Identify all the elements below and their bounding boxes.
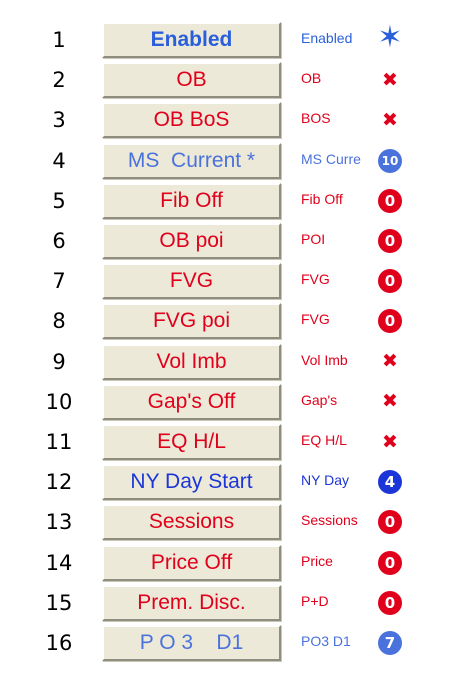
number-icon: 4 [376, 468, 404, 496]
toggle-row: 12 NY Day Start NY Day 4 [0, 462, 474, 502]
badge-count: 0 [378, 510, 402, 535]
toggle-row: 15 Prem. Disc. P+D 0 [0, 583, 474, 623]
row-number: 9 [52, 349, 66, 374]
toggle-row: 9 Vol Imb Vol Imb ✖ [0, 342, 474, 382]
toggle-button[interactable]: EQ H/L [102, 424, 281, 460]
star-icon: ✶ [376, 20, 404, 55]
toggle-row: 3 OB BoS BOS ✖ [0, 100, 474, 140]
toggle-button[interactable]: Vol Imb [102, 343, 281, 380]
row-number: 7 [52, 269, 66, 294]
zero-icon: 0 [376, 227, 404, 255]
badge-count: 0 [378, 229, 402, 253]
status-text: Enabled [301, 30, 353, 46]
toggle-button[interactable]: FVG [102, 263, 281, 300]
zero-icon: 0 [376, 267, 404, 295]
status-text: PO3 D1 [301, 633, 351, 649]
toggle-row: 8 FVG poi FVG 0 [0, 301, 474, 341]
row-number: 5 [52, 188, 66, 213]
toggle-row: 16 P O 3 D1 PO3 D1 7 [0, 623, 474, 663]
toggle-button[interactable]: Fib Off [102, 182, 281, 219]
badge-count: 4 [378, 470, 402, 495]
toggle-button[interactable]: Prem. Disc. [102, 584, 281, 621]
star-icon: ✶ [377, 20, 403, 55]
status-text: MS Curre [301, 150, 361, 167]
status-text: BOS [301, 110, 331, 127]
row-number: 3 [52, 108, 66, 133]
zero-icon: 0 [376, 187, 404, 215]
status-text: P+D [301, 592, 329, 609]
status-text: EQ H/L [301, 432, 347, 448]
row-number: 1 [52, 28, 66, 52]
toggle-row: 14 Price Off Price 0 [0, 543, 474, 583]
number-icon: 7 [376, 629, 404, 657]
zero-icon: 0 [376, 508, 404, 536]
row-number: 10 [45, 389, 73, 414]
status-text: Sessions [301, 512, 358, 529]
x-icon: ✖ [376, 388, 404, 416]
badge-count: 0 [378, 269, 402, 294]
row-number: 11 [45, 430, 73, 454]
x-icon: ✖ [376, 348, 404, 376]
row-number: 16 [45, 631, 73, 655]
status-text: POI [301, 231, 326, 247]
toggle-button[interactable]: OB BoS [102, 102, 281, 139]
x-icon: ✖ [382, 68, 398, 91]
toggle-button[interactable]: Enabled [102, 22, 281, 58]
row-number: 14 [45, 550, 73, 575]
status-text: Fib Off [301, 190, 343, 207]
row-number: 6 [52, 229, 66, 253]
toggle-row: 5 Fib Off Fib Off 0 [0, 181, 474, 221]
toggle-row: 6 OB poi POI 0 [0, 221, 474, 261]
badge-count: 7 [378, 631, 402, 655]
toggle-button[interactable]: OB poi [102, 223, 281, 259]
toggle-row: 11 EQ H/L EQ H/L ✖ [0, 422, 474, 462]
x-icon: ✖ [376, 106, 404, 134]
x-icon: ✖ [376, 66, 404, 94]
x-icon: ✖ [382, 350, 398, 373]
toggle-row: 7 FVG FVG 0 [0, 261, 474, 301]
toggle-row: 4 MS Current * MS Curre 10 [0, 141, 474, 181]
row-number: 15 [45, 590, 73, 615]
x-icon: ✖ [382, 390, 398, 413]
status-text: OB [301, 70, 322, 87]
zero-icon: 0 [376, 307, 404, 335]
toggle-button[interactable]: Gap's Off [102, 383, 281, 420]
badge-count: 0 [378, 188, 402, 213]
toggle-button[interactable]: FVG poi [102, 303, 281, 340]
toggle-row: 1 Enabled Enabled ✶ [0, 20, 474, 60]
x-icon: ✖ [382, 108, 398, 131]
badge-count: 0 [378, 309, 402, 334]
toggle-row: 13 Sessions Sessions 0 [0, 502, 474, 542]
number-icon: 10 [376, 147, 404, 175]
zero-icon: 0 [376, 549, 404, 577]
status-text: FVG [301, 311, 330, 328]
badge-count: 10 [378, 148, 402, 173]
x-icon: ✖ [376, 428, 404, 456]
toggle-button[interactable]: Price Off [102, 544, 281, 581]
status-text: NY Day [301, 472, 349, 489]
status-text: Vol Imb [301, 351, 348, 368]
toggle-button[interactable]: NY Day Start [102, 464, 281, 501]
toggle-row: 10 Gap's Off Gap's ✖ [0, 382, 474, 422]
row-number: 2 [52, 68, 66, 93]
status-text: Price [301, 552, 333, 569]
row-number: 4 [52, 148, 66, 173]
row-number: 13 [45, 510, 73, 535]
badge-count: 0 [378, 550, 402, 575]
status-text: FVG [301, 271, 330, 288]
status-text: Gap's [301, 391, 338, 408]
toggle-button[interactable]: OB [102, 62, 281, 99]
row-number: 8 [52, 309, 66, 334]
x-icon: ✖ [382, 430, 398, 453]
toggle-button[interactable]: P O 3 D1 [102, 625, 281, 661]
toggle-button[interactable]: MS Current * [102, 142, 281, 179]
badge-count: 0 [378, 590, 402, 615]
toggle-row: 2 OB OB ✖ [0, 60, 474, 100]
toggle-panel: { "colors": { "red": "#e0001b", "blue": … [0, 0, 474, 685]
zero-icon: 0 [376, 589, 404, 617]
row-number: 12 [45, 470, 73, 495]
toggle-button[interactable]: Sessions [102, 504, 281, 541]
